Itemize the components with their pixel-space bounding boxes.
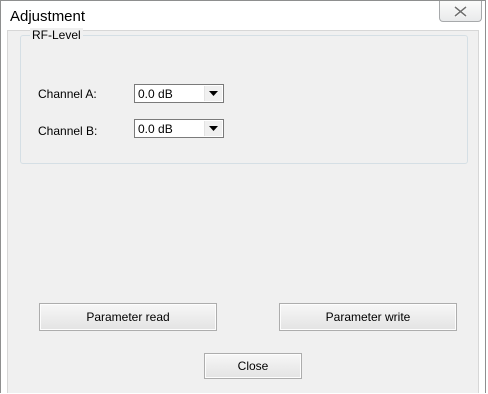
parameter-read-button[interactable]: Parameter read: [39, 303, 217, 331]
title-bar[interactable]: Adjustment: [1, 1, 485, 31]
close-button[interactable]: Close: [204, 353, 302, 379]
chevron-down-icon[interactable]: [204, 121, 222, 136]
channel-b-label: Channel B:: [38, 124, 98, 138]
channel-a-select[interactable]: 0.0 dB: [134, 84, 224, 103]
channel-a-label: Channel A:: [38, 87, 97, 101]
channel-b-value: 0.0 dB: [138, 122, 173, 136]
window-title: Adjustment: [10, 8, 86, 25]
rf-level-group-label: RF-Level: [30, 28, 83, 42]
window-close-button[interactable]: [439, 1, 482, 22]
channel-a-value: 0.0 dB: [138, 87, 173, 101]
parameter-write-button[interactable]: Parameter write: [279, 303, 457, 331]
chevron-down-icon[interactable]: [204, 86, 222, 101]
close-icon: [454, 5, 467, 17]
channel-b-select[interactable]: 0.0 dB: [134, 119, 224, 138]
